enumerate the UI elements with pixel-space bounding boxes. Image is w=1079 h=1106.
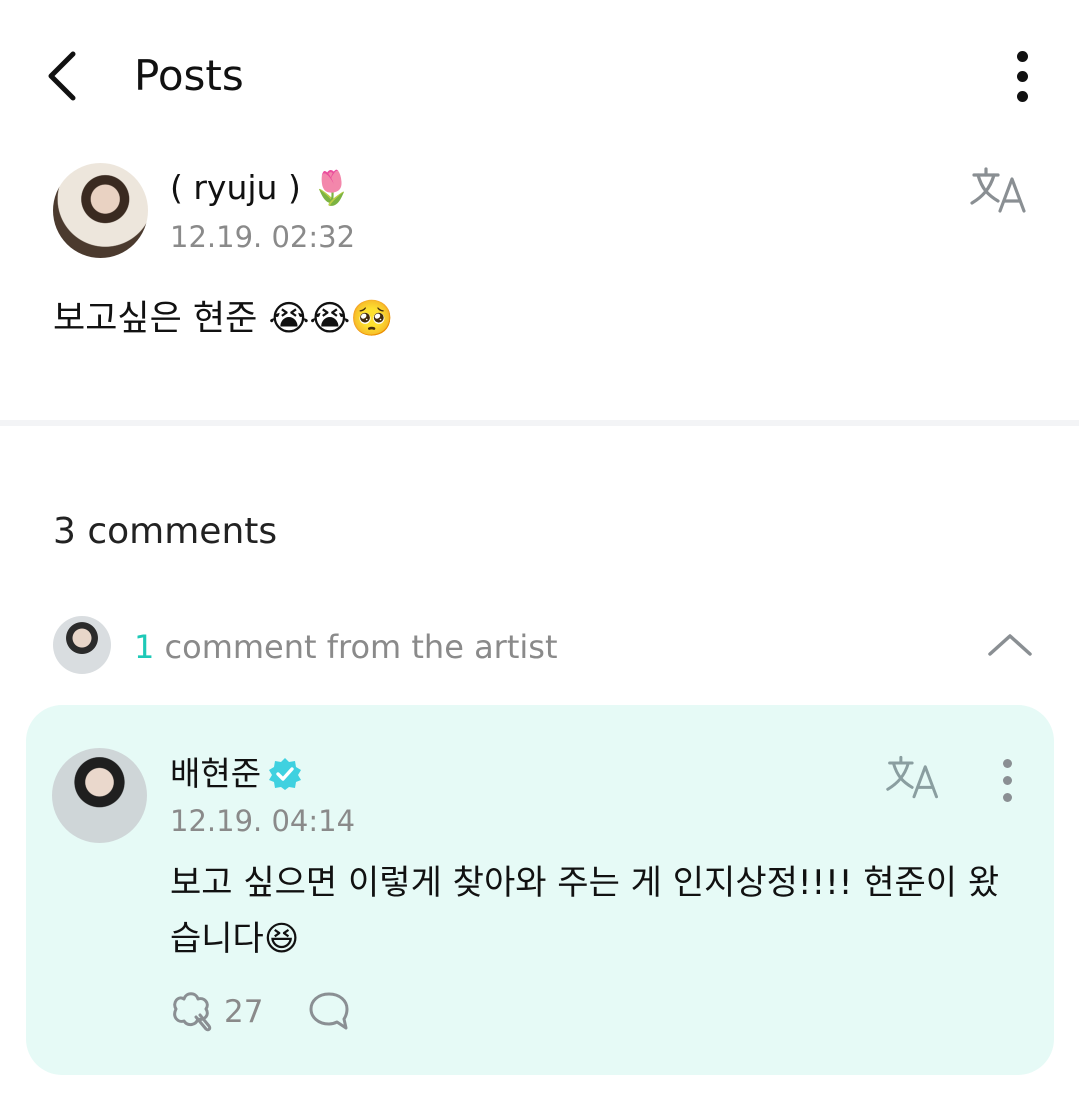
comment-timestamp: 12.19. 04:14 (170, 804, 356, 838)
translate-icon (886, 755, 938, 799)
more-dot (1002, 792, 1012, 802)
more-dot (1016, 70, 1028, 82)
verified-badge-icon (268, 757, 302, 791)
like-icon (173, 992, 212, 1032)
author-avatar[interactable] (53, 163, 148, 258)
post-timestamp: 12.19. 02:32 (170, 220, 356, 254)
comment-body: 보고 싶으면 이렇게 찾아와 주는 게 인지상정!!!! 현준이 왔습니다😆 (170, 863, 1000, 959)
more-options-button[interactable] (996, 46, 1048, 106)
translate-icon (970, 167, 1026, 213)
comment-more-button[interactable] (992, 752, 1022, 808)
chevron-left-icon (48, 51, 76, 101)
section-divider (0, 420, 1079, 426)
back-button[interactable] (34, 46, 90, 106)
more-dot (1016, 90, 1028, 102)
artist-comment-summary-label: comment from the artist (154, 628, 558, 666)
more-dot (1002, 758, 1012, 768)
more-dot (1002, 775, 1012, 785)
chevron-up-icon (988, 634, 1032, 656)
author-name[interactable]: ( ryuju ) 🌷 (170, 166, 352, 210)
post-body: 보고싶은 현준 😭😭🥺 (53, 299, 394, 339)
artist-comment-count: 1 (134, 628, 155, 666)
translate-button[interactable] (968, 165, 1032, 217)
collapse-button[interactable] (984, 624, 1036, 664)
comment-translate-button[interactable] (884, 753, 944, 803)
artist-avatar[interactable] (52, 748, 147, 843)
speech-bubble-icon (309, 992, 349, 1030)
page-title: Posts (134, 51, 244, 100)
like-button[interactable]: 27 (168, 988, 278, 1036)
artist-name[interactable]: 배현준 (170, 752, 261, 796)
artist-avatar-small (53, 616, 111, 674)
reply-button[interactable] (306, 988, 352, 1034)
comments-count: 3 comments (53, 511, 278, 552)
more-dot (1016, 50, 1028, 62)
artist-comment-summary[interactable]: 1 comment from the artist (134, 626, 557, 668)
like-count: 27 (224, 994, 264, 1030)
